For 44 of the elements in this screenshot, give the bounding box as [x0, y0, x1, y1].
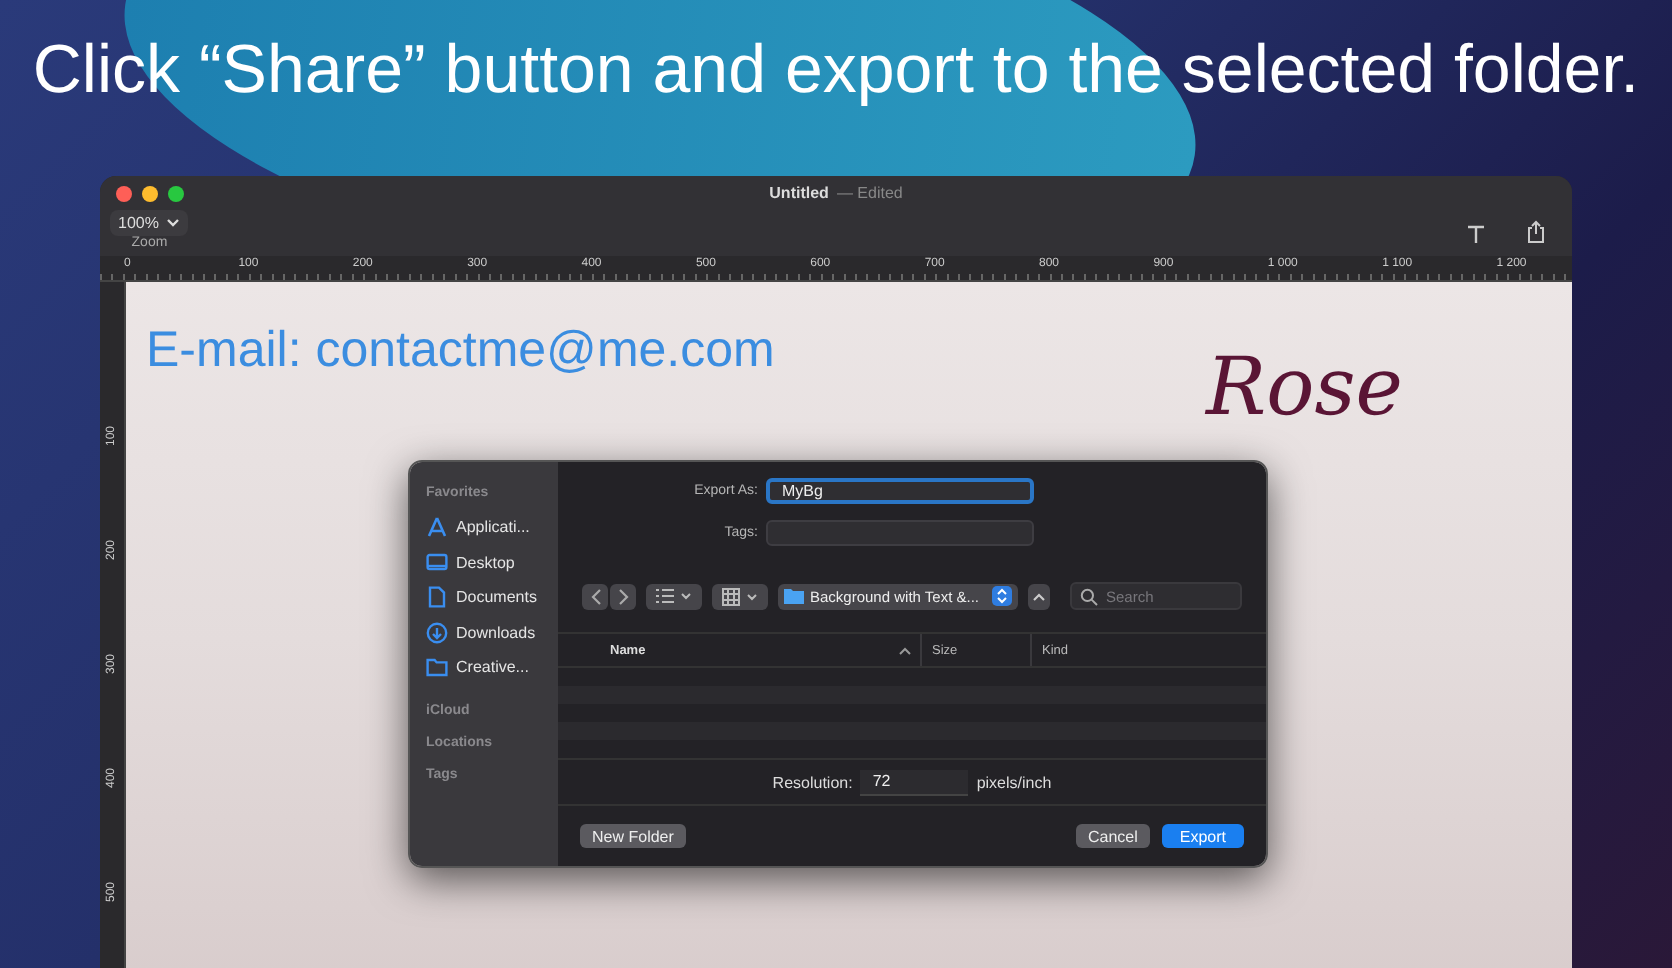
chevron-left-icon: [589, 587, 601, 605]
apps-icon: [426, 516, 448, 539]
forward-button[interactable]: [610, 583, 636, 609]
text-icon[interactable]: [1466, 224, 1486, 244]
back-button[interactable]: [582, 583, 608, 609]
list-view-icon: [656, 588, 692, 604]
chevron-right-icon: [617, 587, 629, 605]
resolution-unit: pixels/inch: [976, 773, 1052, 791]
sidebar-item[interactable]: Desktop: [426, 545, 558, 580]
minimize-button[interactable]: [142, 186, 158, 202]
stepper-icon: [992, 586, 1012, 606]
new-folder-button[interactable]: New Folder: [580, 824, 686, 848]
tags-field[interactable]: [766, 519, 1034, 545]
chevron-icon: [166, 218, 181, 228]
filename-field[interactable]: MyBg: [766, 477, 1034, 503]
zoom-dropdown[interactable]: 100%: [110, 210, 189, 236]
chevron-up-icon: [1032, 591, 1046, 601]
download-icon: [426, 621, 448, 644]
share-icon[interactable]: [1526, 220, 1546, 244]
folder-icon: [426, 656, 448, 679]
sidebar-item[interactable]: Downloads: [426, 615, 558, 650]
group-view-button[interactable]: [712, 583, 768, 609]
resolution-label: Resolution:: [772, 773, 853, 791]
zoom-button[interactable]: [168, 186, 184, 202]
sidebar-item[interactable]: Applicati...: [426, 510, 558, 545]
sidebar-item[interactable]: Creative...: [426, 650, 558, 685]
headline: Click “Share” button and export to the selected folder.: [30, 32, 1642, 110]
cancel-button[interactable]: Cancel: [1075, 824, 1150, 848]
window-title: Untitled: [769, 184, 829, 202]
resolution-field[interactable]: 72: [860, 769, 969, 795]
sort-icon: [898, 645, 912, 655]
edited-status: — Edited: [836, 184, 903, 202]
close-button[interactable]: [116, 186, 132, 202]
folder-icon: [784, 588, 804, 604]
sidebar-item[interactable]: Documents: [426, 580, 558, 615]
search-icon: [1080, 587, 1098, 605]
document-icon: [426, 586, 448, 609]
list-view-button[interactable]: [646, 583, 702, 609]
expand-button[interactable]: [1028, 583, 1050, 609]
grid-view-icon: [722, 587, 758, 605]
logo-text: Rose: [1206, 342, 1403, 434]
email-text: E-mail: contactme@me.com: [146, 322, 775, 380]
export-button[interactable]: Export: [1161, 824, 1244, 848]
monitor-icon: [426, 551, 448, 574]
